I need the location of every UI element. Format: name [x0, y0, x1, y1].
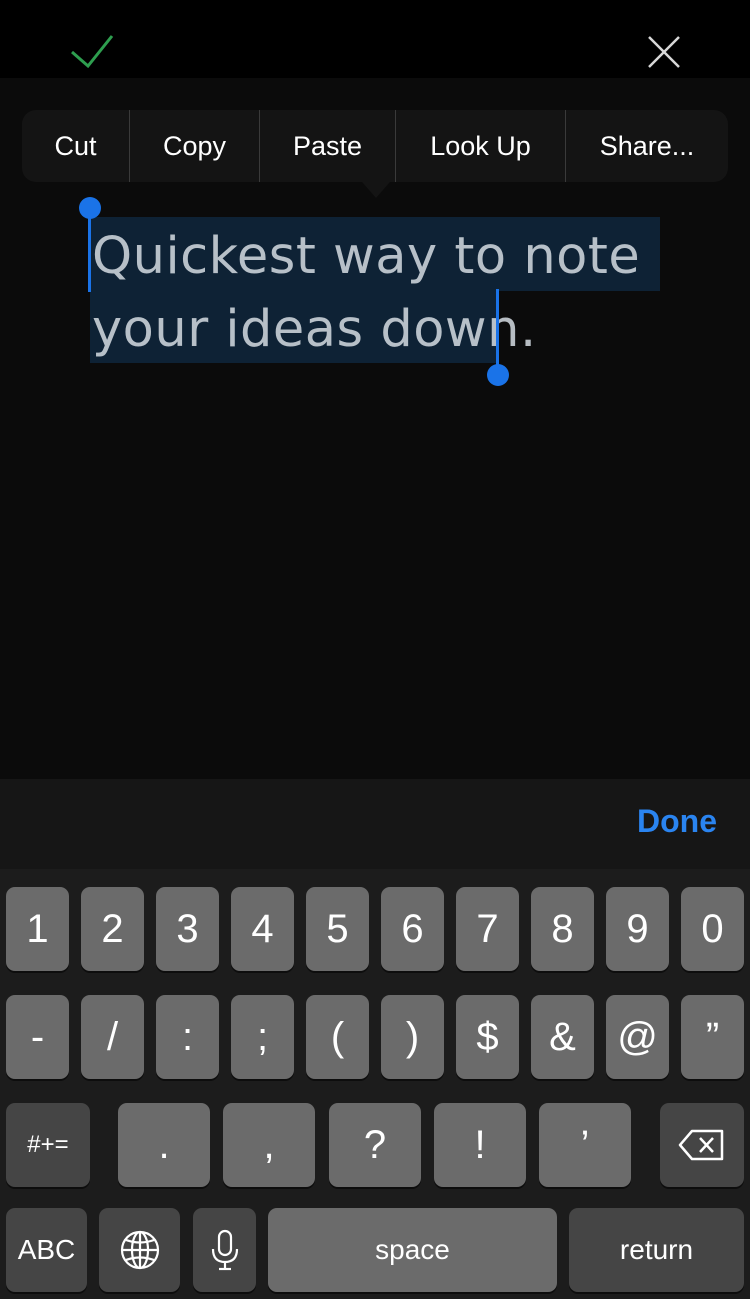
menu-pointer — [362, 182, 390, 198]
key-label: space — [375, 1234, 450, 1265]
selection-end-handle[interactable] — [487, 364, 509, 386]
key-close-paren[interactable]: ) — [381, 995, 444, 1079]
look-up-menu-item[interactable]: Look Up — [396, 110, 565, 182]
key-label: 8 — [551, 906, 574, 951]
globe-key[interactable] — [99, 1208, 180, 1292]
globe-icon — [120, 1230, 159, 1270]
key-label: , — [263, 1122, 275, 1167]
key-open-paren[interactable]: ( — [306, 995, 369, 1079]
key-label: return — [619, 1234, 694, 1265]
symbols-toggle-key[interactable]: #+= — [6, 1103, 90, 1187]
note-line-1: Quickest way to note — [92, 227, 641, 286]
key-label: 5 — [326, 906, 349, 951]
key-0[interactable]: 0 — [681, 887, 744, 971]
done-button[interactable]: Done — [637, 803, 717, 840]
key-slash[interactable]: / — [81, 995, 144, 1079]
key-hyphen[interactable]: - — [6, 995, 69, 1079]
share-menu-item[interactable]: Share... — [566, 110, 728, 182]
key-label: 7 — [476, 906, 499, 951]
paste-menu-item[interactable]: Paste — [260, 110, 395, 182]
key-ampersand[interactable]: & — [531, 995, 594, 1079]
key-label: ) — [405, 1014, 420, 1059]
key-period[interactable]: . — [118, 1103, 210, 1187]
key-label: ? — [363, 1122, 387, 1167]
key-4[interactable]: 4 — [231, 887, 294, 971]
key-label: 0 — [701, 906, 724, 951]
return-key[interactable]: return — [569, 1208, 744, 1292]
key-label: 3 — [176, 906, 199, 951]
keyboard: 1 2 3 4 5 6 7 8 9 0 - / : ; ( ) $ & @ ” … — [0, 869, 750, 1299]
key-label: & — [549, 1014, 576, 1059]
key-5[interactable]: 5 — [306, 887, 369, 971]
key-label: 1 — [26, 906, 49, 951]
close-button[interactable] — [642, 30, 686, 74]
key-8[interactable]: 8 — [531, 887, 594, 971]
key-7[interactable]: 7 — [456, 887, 519, 971]
key-label: ’ — [580, 1122, 590, 1167]
key-label: ; — [256, 1014, 269, 1059]
key-label: . — [158, 1122, 170, 1167]
key-label: ” — [705, 1014, 720, 1059]
selection-end-bar — [496, 289, 499, 365]
key-9[interactable]: 9 — [606, 887, 669, 971]
key-1[interactable]: 1 — [6, 887, 69, 971]
key-label: @ — [617, 1014, 658, 1059]
microphone-icon — [211, 1229, 238, 1271]
key-label: $ — [476, 1014, 499, 1059]
key-label: 4 — [251, 906, 274, 951]
space-key[interactable]: space — [268, 1208, 557, 1292]
checkmark-icon — [71, 35, 114, 69]
key-quote[interactable]: ” — [681, 995, 744, 1079]
key-exclamation[interactable]: ! — [434, 1103, 526, 1187]
key-6[interactable]: 6 — [381, 887, 444, 971]
copy-menu-item[interactable]: Copy — [130, 110, 259, 182]
key-label: #+= — [27, 1131, 69, 1158]
keyboard-accessory-bar: Done — [0, 779, 750, 869]
backspace-icon — [678, 1129, 724, 1161]
key-comma[interactable]: , — [223, 1103, 315, 1187]
key-label: ! — [474, 1122, 486, 1167]
key-label: : — [181, 1014, 194, 1059]
top-bar — [0, 0, 750, 78]
key-3[interactable]: 3 — [156, 887, 219, 971]
key-at[interactable]: @ — [606, 995, 669, 1079]
key-question[interactable]: ? — [329, 1103, 421, 1187]
key-label: ( — [330, 1014, 345, 1059]
note-text[interactable]: Quickest way to note your ideas down. — [92, 220, 672, 366]
selection-start-bar — [88, 216, 91, 292]
delete-key[interactable] — [660, 1103, 744, 1187]
key-label: / — [106, 1014, 119, 1059]
key-label: 9 — [626, 906, 649, 951]
close-icon — [648, 36, 680, 68]
abc-key[interactable]: ABC — [6, 1208, 87, 1292]
key-dollar[interactable]: $ — [456, 995, 519, 1079]
confirm-button[interactable] — [66, 30, 118, 72]
cut-menu-item[interactable]: Cut — [22, 110, 129, 182]
key-apostrophe[interactable]: ’ — [539, 1103, 631, 1187]
key-label: 6 — [401, 906, 424, 951]
key-label: 2 — [101, 906, 124, 951]
key-semicolon[interactable]: ; — [231, 995, 294, 1079]
key-2[interactable]: 2 — [81, 887, 144, 971]
key-colon[interactable]: : — [156, 995, 219, 1079]
key-label: ABC — [17, 1234, 76, 1265]
key-label: - — [30, 1014, 45, 1059]
note-line-2: your ideas down. — [92, 300, 537, 359]
dictation-key[interactable] — [193, 1208, 256, 1292]
edit-context-menu: Cut Copy Paste Look Up Share... — [22, 110, 728, 182]
